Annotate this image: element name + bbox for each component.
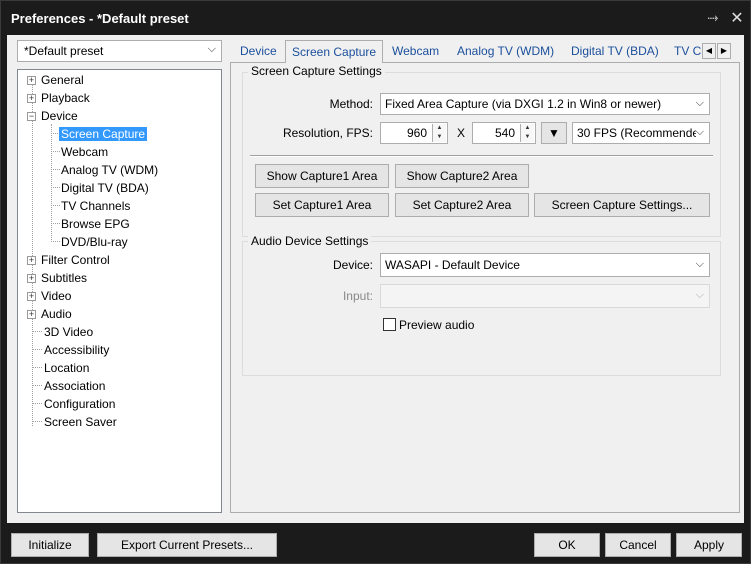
collapse-icon[interactable]: −	[27, 112, 36, 122]
tab-scroll-right-icon[interactable]: ▶	[717, 43, 731, 59]
height-spinner[interactable]: 540 ▲ ▼	[472, 122, 536, 144]
export-presets-label: Export Current Presets...	[120, 538, 254, 552]
show-capture2-button[interactable]: Show Capture2 Area	[395, 164, 529, 188]
cancel-label: Cancel	[619, 538, 657, 552]
tab-device[interactable]: Device	[234, 42, 283, 63]
ok-button[interactable]: OK	[534, 533, 600, 557]
client-area: *Default preset ⌵ + General + Playback − De…	[7, 35, 744, 523]
tree-line	[51, 124, 52, 242]
tree-item-subtitles[interactable]: + Subtitles	[27, 270, 89, 287]
chevron-down-icon: ⌵	[695, 97, 704, 109]
tree-item-browse-epg[interactable]: Browse EPG	[59, 216, 132, 233]
initialize-label: Initialize	[28, 538, 72, 552]
spinner-arrows-icon[interactable]: ▲ ▼	[520, 124, 534, 142]
pin-icon[interactable]: ⤑	[703, 9, 723, 27]
tree-item-accessibility[interactable]: Accessibility	[42, 342, 111, 359]
tree-item-device[interactable]: − Device	[27, 108, 80, 125]
expand-icon[interactable]: +	[27, 292, 36, 302]
tab-analog-tv[interactable]: Analog TV (WDM)	[451, 42, 560, 63]
expand-icon[interactable]: +	[27, 310, 36, 320]
tree-item-screen-saver[interactable]: Screen Saver	[42, 414, 119, 431]
apply-label: Apply	[693, 538, 725, 552]
tree-item-playback[interactable]: + Playback	[27, 90, 92, 107]
tab-scroll-left-icon[interactable]: ◀	[702, 43, 716, 59]
preset-dropdown[interactable]: *Default preset ⌵	[17, 40, 222, 62]
tab-screen-capture[interactable]: Screen Capture	[285, 40, 384, 63]
tree-item-filter-control[interactable]: + Filter Control	[27, 252, 112, 269]
title-bar[interactable]: Preferences - *Default preset ⤑ ✕	[1, 1, 750, 35]
audio-device-group-title: Audio Device Settings	[248, 234, 372, 248]
tab-webcam[interactable]: Webcam	[386, 42, 445, 63]
tree-line	[32, 403, 42, 404]
tree-item-digital-tv[interactable]: Digital TV (BDA)	[59, 180, 151, 197]
chevron-down-icon: ⌵	[695, 289, 704, 301]
export-presets-button[interactable]: Export Current Presets...	[97, 533, 277, 557]
expand-icon[interactable]: +	[27, 76, 36, 86]
tab-strip: Device Screen Capture Webcam Analog TV (…	[230, 40, 740, 63]
tree-item-analog-tv[interactable]: Analog TV (WDM)	[59, 162, 160, 179]
tree-item-tv-channels[interactable]: TV Channels	[59, 198, 132, 215]
height-value: 540	[494, 126, 515, 140]
tree-item-webcam[interactable]: Webcam	[59, 144, 110, 161]
input-label: Input:	[342, 289, 373, 303]
expand-icon[interactable]: +	[27, 274, 36, 284]
divider	[250, 155, 713, 157]
x-separator: X	[456, 126, 465, 140]
preferences-window: Preferences - *Default preset ⤑ ✕ *Defau…	[0, 0, 751, 564]
apply-button[interactable]: Apply	[676, 533, 742, 557]
ok-label: OK	[558, 538, 576, 552]
screen-capture-panel: Screen Capture Settings Method: Fixed Ar…	[230, 62, 740, 513]
chevron-down-icon: ⌵	[207, 43, 216, 55]
tree-item-association[interactable]: Association	[42, 378, 107, 395]
show-capture1-button[interactable]: Show Capture1 Area	[255, 164, 389, 188]
tree-item-audio[interactable]: + Audio	[27, 306, 74, 323]
tree-item-screen-capture[interactable]: Screen Capture	[59, 126, 148, 143]
tab-digital-tv[interactable]: Digital TV (BDA)	[565, 42, 665, 63]
close-icon[interactable]: ✕	[727, 8, 747, 28]
width-value: 960	[406, 126, 427, 140]
tree-line	[32, 421, 42, 422]
initialize-button[interactable]: Initialize	[11, 533, 89, 557]
tree-line	[32, 367, 42, 368]
window-title: Preferences - *Default preset	[11, 11, 189, 26]
set-capture2-button[interactable]: Set Capture2 Area	[395, 193, 529, 217]
resolution-label: Resolution, FPS:	[282, 126, 373, 140]
fps-dropdown[interactable]: 30 FPS (Recommende ⌵	[572, 122, 710, 144]
screen-capture-settings-button[interactable]: Screen Capture Settings...	[534, 193, 710, 217]
audio-device-dropdown[interactable]: WASAPI - Default Device ⌵	[380, 253, 710, 277]
tree-item-video[interactable]: + Video	[27, 288, 73, 305]
preview-audio-checkbox[interactable]	[383, 318, 396, 331]
cancel-button[interactable]: Cancel	[605, 533, 671, 557]
method-value: Fixed Area Capture (via DXGI 1.2 in Win8…	[385, 97, 662, 111]
spinner-arrows-icon[interactable]: ▲ ▼	[432, 124, 446, 142]
set-capture1-button[interactable]: Set Capture1 Area	[255, 193, 389, 217]
tree-line	[32, 331, 42, 332]
expand-icon[interactable]: +	[27, 256, 36, 266]
settings-tree[interactable]: + General + Playback − Device Screen Captur…	[17, 69, 222, 513]
tree-item-3d-video[interactable]: 3D Video	[42, 324, 95, 341]
chevron-down-icon: ⌵	[695, 258, 704, 270]
audio-device-value: WASAPI - Default Device	[385, 258, 520, 272]
chevron-down-icon: ⌵	[695, 126, 704, 139]
method-label: Method:	[329, 97, 373, 111]
screen-capture-group-title: Screen Capture Settings	[248, 64, 385, 78]
expand-icon[interactable]: +	[27, 94, 36, 104]
tree-item-general[interactable]: + General	[27, 72, 86, 89]
resolution-preset-dropdown-icon[interactable]: ▼	[541, 122, 567, 144]
tree-line	[32, 349, 42, 350]
method-dropdown[interactable]: Fixed Area Capture (via DXGI 1.2 in Win8…	[380, 93, 710, 115]
tree-line	[32, 385, 42, 386]
tree-item-configuration[interactable]: Configuration	[42, 396, 117, 413]
tree-item-dvd-bluray[interactable]: DVD/Blu-ray	[59, 234, 130, 251]
device-label: Device:	[332, 258, 373, 272]
fps-value: 30 FPS (Recommende	[577, 126, 700, 140]
audio-input-dropdown[interactable]: ⌵	[380, 284, 710, 308]
width-spinner[interactable]: 960 ▲ ▼	[380, 122, 448, 144]
tree-item-location[interactable]: Location	[42, 360, 91, 377]
preset-dropdown-value: *Default preset	[24, 44, 104, 58]
preview-audio-label[interactable]: Preview audio	[399, 318, 474, 332]
